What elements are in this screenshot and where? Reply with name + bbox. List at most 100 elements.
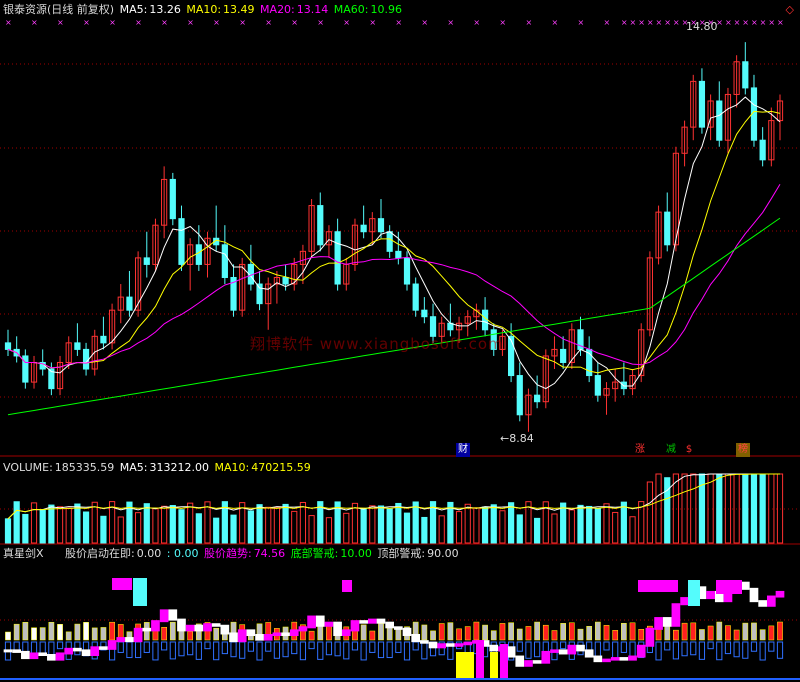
indicator-lower-bar [325,641,333,656]
volume-bar [65,507,72,544]
indicator-lower-bar [169,641,176,660]
dollar-tag[interactable]: $ [682,443,696,457]
trend-step [281,632,290,636]
indicator-lower-bar [560,641,567,650]
trend-step [628,655,637,661]
trend-step [740,581,750,590]
volume-bar [386,508,393,544]
volume-bar [421,516,428,544]
signal-mark: × [421,18,428,27]
indicator-lower-bar [534,641,541,658]
indicator-lower-bar [195,641,202,660]
indicator-lower-bar [629,641,636,659]
signal-mark: × [447,18,454,27]
indicator-bar [378,623,384,641]
indicator-bar [716,621,723,641]
volume-bar [273,507,281,544]
volume-bar [759,473,766,544]
indicator-lower-bar [135,641,142,659]
indicator-lower-bar [161,641,168,651]
ma20-label: MA20: [260,3,295,16]
signal-block [133,578,147,606]
signal-mark: × [734,18,741,27]
indicator-lower-bar [39,641,46,655]
diamond-icon[interactable]: ◇ [786,3,794,16]
indicator-bar [725,625,731,641]
reduce-tag[interactable]: 减 [664,443,678,457]
signal-mark: × [343,18,350,27]
indicator-bar [447,622,454,641]
indicator-bar [699,629,705,641]
trend-step [185,624,195,632]
trend-step [203,623,212,632]
trend-step [90,646,100,656]
indicator-lower-bar [768,641,775,652]
volume-bar [343,512,350,544]
indicator-bar [5,631,11,641]
indicator-lower-bar [230,641,237,658]
signal-mark: × [291,18,298,27]
indicator-bar [612,630,619,641]
indicator-lower-bar [56,641,64,650]
volume-bar [612,511,619,544]
trend-step [194,624,204,632]
indicator-lower-bar [273,641,281,659]
indicator-bar [751,622,757,641]
indicator-bar [664,625,671,641]
signal-mark: × [577,18,584,27]
trend-step [116,637,126,643]
indicator-bar [187,631,194,641]
trend-step [394,626,403,630]
ranking-tag[interactable]: 榜 [736,443,750,457]
signal-mark: × [751,18,758,27]
indicator-lower-bar [403,641,411,661]
volume-bar [100,515,107,544]
trend-step [255,634,264,641]
volume-bar [750,473,758,544]
volume-bar [646,481,653,544]
indicator-bar [100,627,107,641]
signal-block [500,644,508,678]
signal-mark: × [473,18,480,27]
signal-block [342,580,352,592]
candle-body [143,257,150,265]
signal-mark: × [647,18,654,27]
finance-tag[interactable]: 财 [456,443,470,457]
trend-step [12,649,22,653]
trend-step [315,615,325,627]
volume-bar [325,517,333,544]
volume-bar [39,509,46,544]
volume-bar [369,505,376,544]
indicator-bar [768,625,775,641]
trend-step [645,627,655,647]
trend-step [584,649,594,658]
volume-bar [516,514,523,544]
signal-block [476,640,484,678]
indicator-lower-bar [759,641,766,661]
trend-step [602,658,611,663]
volume-bar [56,506,64,544]
trend-value: 74.56 [253,547,286,560]
volume-bar [473,507,480,544]
candle-body [317,205,324,246]
signal-block [112,578,132,590]
indicator-bar [83,622,89,641]
indicator-lower-bar [334,641,341,657]
volume-bar [256,504,263,544]
indicator-bar [551,630,558,641]
ma60-value: 10.96 [370,3,402,16]
rise-tag[interactable]: 涨 [633,443,647,457]
indicator-lower-bar [265,641,272,652]
trend-step [220,624,230,635]
signal-mark: × [768,18,775,27]
indicator-lower-bar [343,641,350,660]
indicator-lower-bar [308,641,315,650]
candle-body [742,61,749,89]
trend-step [298,626,308,632]
indicator-bar [48,621,55,641]
indicator-lower-bar [213,641,220,661]
signal-mark: × [725,18,732,27]
indicator-lower-bar [620,641,627,653]
trend-step [428,641,438,649]
indicator-bar [534,621,540,641]
